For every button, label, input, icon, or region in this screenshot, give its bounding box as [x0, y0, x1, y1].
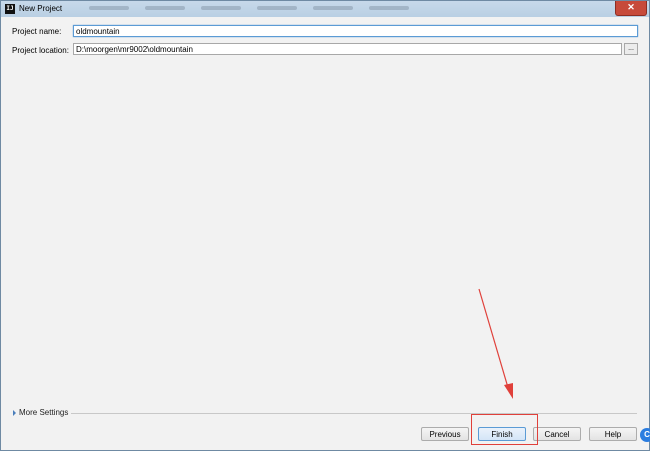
background-taskbar-ghost	[81, 2, 581, 14]
new-project-dialog: IJ New Project ✕ Project name: oldmounta…	[0, 0, 650, 451]
previous-button[interactable]: Previous	[421, 427, 469, 441]
title-bar[interactable]: IJ New Project ✕	[1, 1, 649, 17]
project-location-label: Project location:	[12, 46, 69, 55]
intellij-idea-icon: IJ	[5, 4, 15, 14]
divider	[71, 413, 637, 414]
help-button[interactable]: Help	[589, 427, 637, 441]
browse-button[interactable]: ...	[624, 43, 638, 55]
dialog-content: Project name: oldmountain Project locati…	[1, 17, 649, 450]
blue-circle-icon: C	[640, 428, 650, 442]
window-title: New Project	[19, 4, 63, 13]
annotation-arrow	[478, 288, 513, 399]
more-settings-toggle[interactable]: More Settings	[13, 408, 68, 417]
project-location-field[interactable]: D:\moorgen\mr9002\oldmountain	[73, 43, 622, 55]
triangle-right-icon	[13, 409, 16, 416]
project-name-field[interactable]: oldmountain	[73, 25, 638, 37]
close-button[interactable]: ✕	[615, 1, 647, 16]
cancel-button[interactable]: Cancel	[533, 427, 581, 441]
finish-button[interactable]: Finish	[478, 427, 526, 441]
more-settings-label: More Settings	[19, 408, 69, 417]
project-name-label: Project name:	[12, 27, 62, 36]
